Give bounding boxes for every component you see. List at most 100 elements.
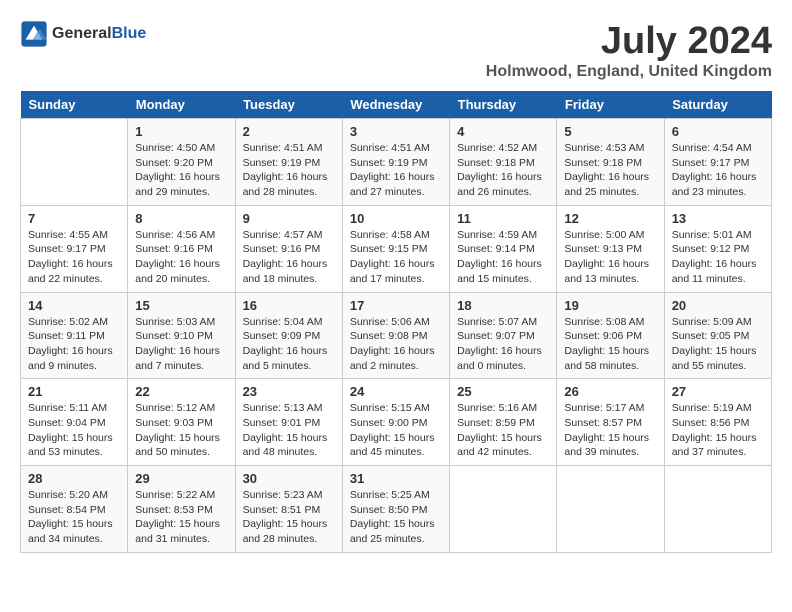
day-info: Sunrise: 5:08 AMSunset: 9:06 PMDaylight:… (564, 315, 656, 374)
day-info: Sunrise: 5:01 AMSunset: 9:12 PMDaylight:… (672, 228, 764, 287)
calendar-cell: 27 Sunrise: 5:19 AMSunset: 8:56 PMDayligh… (664, 379, 771, 466)
calendar-cell: 21Sunrise: 5:11 AMSunset: 9:04 PMDayligh… (21, 379, 128, 466)
day-info: Sunrise: 5:09 AMSunset: 9:05 PMDaylight:… (672, 315, 764, 374)
day-info: Sunrise: 5:16 AMSunset: 8:59 PMDaylight:… (457, 401, 549, 460)
day-number: 15 (135, 298, 227, 313)
calendar-cell: 7 Sunrise: 4:55 AMSunset: 9:17 PMDaylight… (21, 205, 128, 292)
column-header-friday: Friday (557, 91, 664, 119)
day-number: 19 (564, 298, 656, 313)
day-number: 23 (243, 384, 335, 399)
day-number: 4 (457, 124, 549, 139)
calendar-cell: 2Sunrise: 4:51 AMSunset: 9:19 PMDaylight… (235, 119, 342, 206)
logo: GeneralBlue (20, 20, 146, 48)
day-info: Sunrise: 4:51 AMSunset: 9:19 PMDaylight:… (350, 141, 442, 200)
calendar-cell: 22 Sunrise: 5:12 AMSunset: 9:03 PMDayligh… (128, 379, 235, 466)
calendar-cell: 5 Sunrise: 4:53 AMSunset: 9:18 PMDaylight… (557, 119, 664, 206)
calendar-title: July 2024 (486, 20, 772, 63)
calendar-cell: 31Sunrise: 5:25 AMSunset: 8:50 PMDayligh… (342, 466, 449, 553)
day-info: Sunrise: 4:54 AMSunset: 9:17 PMDaylight:… (672, 141, 764, 200)
day-info: Sunrise: 5:07 AMSunset: 9:07 PMDaylight:… (457, 315, 549, 374)
day-number: 24 (350, 384, 442, 399)
calendar-cell: 28 Sunrise: 5:20 AMSunset: 8:54 PMDayligh… (21, 466, 128, 553)
calendar-cell: 17 Sunrise: 5:06 AMSunset: 9:08 PMDayligh… (342, 292, 449, 379)
day-number: 6 (672, 124, 764, 139)
calendar-week-row: 28 Sunrise: 5:20 AMSunset: 8:54 PMDayligh… (21, 466, 772, 553)
calendar-cell: 29Sunrise: 5:22 AMSunset: 8:53 PMDayligh… (128, 466, 235, 553)
day-info: Sunrise: 4:55 AMSunset: 9:17 PMDaylight:… (28, 228, 120, 287)
calendar-week-row: 1Sunrise: 4:50 AMSunset: 9:20 PMDaylight… (21, 119, 772, 206)
day-info: Sunrise: 5:00 AMSunset: 9:13 PMDaylight:… (564, 228, 656, 287)
calendar-cell (450, 466, 557, 553)
day-number: 22 (135, 384, 227, 399)
day-number: 25 (457, 384, 549, 399)
day-info: Sunrise: 5:19 AMSunset: 8:56 PMDaylight:… (672, 401, 764, 460)
day-info: Sunrise: 5:04 AMSunset: 9:09 PMDaylight:… (243, 315, 335, 374)
day-info: Sunrise: 4:59 AMSunset: 9:14 PMDaylight:… (457, 228, 549, 287)
calendar-cell (21, 119, 128, 206)
day-number: 14 (28, 298, 120, 313)
day-info: Sunrise: 4:53 AMSunset: 9:18 PMDaylight:… (564, 141, 656, 200)
day-number: 8 (135, 211, 227, 226)
day-info: Sunrise: 5:23 AMSunset: 8:51 PMDaylight:… (243, 488, 335, 547)
day-number: 10 (350, 211, 442, 226)
calendar-cell: 3Sunrise: 4:51 AMSunset: 9:19 PMDaylight… (342, 119, 449, 206)
calendar-cell: 8 Sunrise: 4:56 AMSunset: 9:16 PMDaylight… (128, 205, 235, 292)
day-number: 5 (564, 124, 656, 139)
logo-icon (20, 20, 48, 48)
day-number: 11 (457, 211, 549, 226)
calendar-cell: 1Sunrise: 4:50 AMSunset: 9:20 PMDaylight… (128, 119, 235, 206)
day-number: 30 (243, 471, 335, 486)
logo-text: GeneralBlue (52, 25, 146, 43)
calendar-cell: 19 Sunrise: 5:08 AMSunset: 9:06 PMDayligh… (557, 292, 664, 379)
day-info: Sunrise: 4:52 AMSunset: 9:18 PMDaylight:… (457, 141, 549, 200)
day-info: Sunrise: 5:11 AMSunset: 9:04 PMDaylight:… (28, 401, 120, 460)
day-info: Sunrise: 5:17 AMSunset: 8:57 PMDaylight:… (564, 401, 656, 460)
day-number: 28 (28, 471, 120, 486)
day-number: 29 (135, 471, 227, 486)
day-info: Sunrise: 5:15 AMSunset: 9:00 PMDaylight:… (350, 401, 442, 460)
calendar-week-row: 21Sunrise: 5:11 AMSunset: 9:04 PMDayligh… (21, 379, 772, 466)
calendar-cell: 10 Sunrise: 4:58 AMSunset: 9:15 PMDayligh… (342, 205, 449, 292)
day-number: 16 (243, 298, 335, 313)
calendar-cell: 24 Sunrise: 5:15 AMSunset: 9:00 PMDayligh… (342, 379, 449, 466)
calendar-cell: 9 Sunrise: 4:57 AMSunset: 9:16 PMDaylight… (235, 205, 342, 292)
calendar-cell: 4 Sunrise: 4:52 AMSunset: 9:18 PMDaylight… (450, 119, 557, 206)
day-info: Sunrise: 4:56 AMSunset: 9:16 PMDaylight:… (135, 228, 227, 287)
column-header-saturday: Saturday (664, 91, 771, 119)
day-info: Sunrise: 4:51 AMSunset: 9:19 PMDaylight:… (243, 141, 335, 200)
day-info: Sunrise: 5:13 AMSunset: 9:01 PMDaylight:… (243, 401, 335, 460)
calendar-cell: 13Sunrise: 5:01 AMSunset: 9:12 PMDayligh… (664, 205, 771, 292)
column-header-wednesday: Wednesday (342, 91, 449, 119)
day-info: Sunrise: 4:57 AMSunset: 9:16 PMDaylight:… (243, 228, 335, 287)
calendar-cell: 11 Sunrise: 4:59 AMSunset: 9:14 PMDayligh… (450, 205, 557, 292)
calendar-cell: 12Sunrise: 5:00 AMSunset: 9:13 PMDayligh… (557, 205, 664, 292)
calendar-week-row: 14 Sunrise: 5:02 AMSunset: 9:11 PMDayligh… (21, 292, 772, 379)
calendar-table: SundayMondayTuesdayWednesdayThursdayFrid… (20, 91, 772, 553)
day-number: 9 (243, 211, 335, 226)
day-number: 17 (350, 298, 442, 313)
calendar-cell: 16 Sunrise: 5:04 AMSunset: 9:09 PMDayligh… (235, 292, 342, 379)
calendar-cell (557, 466, 664, 553)
column-header-thursday: Thursday (450, 91, 557, 119)
day-number: 7 (28, 211, 120, 226)
calendar-cell: 14 Sunrise: 5:02 AMSunset: 9:11 PMDayligh… (21, 292, 128, 379)
day-number: 26 (564, 384, 656, 399)
day-number: 27 (672, 384, 764, 399)
calendar-cell: 23 Sunrise: 5:13 AMSunset: 9:01 PMDayligh… (235, 379, 342, 466)
column-header-sunday: Sunday (21, 91, 128, 119)
calendar-cell: 30 Sunrise: 5:23 AMSunset: 8:51 PMDayligh… (235, 466, 342, 553)
column-header-tuesday: Tuesday (235, 91, 342, 119)
day-number: 1 (135, 124, 227, 139)
calendar-cell: 18Sunrise: 5:07 AMSunset: 9:07 PMDayligh… (450, 292, 557, 379)
day-info: Sunrise: 5:20 AMSunset: 8:54 PMDaylight:… (28, 488, 120, 547)
day-info: Sunrise: 5:02 AMSunset: 9:11 PMDaylight:… (28, 315, 120, 374)
calendar-cell: 25 Sunrise: 5:16 AMSunset: 8:59 PMDayligh… (450, 379, 557, 466)
calendar-cell: 6 Sunrise: 4:54 AMSunset: 9:17 PMDaylight… (664, 119, 771, 206)
calendar-cell: 26 Sunrise: 5:17 AMSunset: 8:57 PMDayligh… (557, 379, 664, 466)
calendar-cell: 20Sunrise: 5:09 AMSunset: 9:05 PMDayligh… (664, 292, 771, 379)
day-info: Sunrise: 4:58 AMSunset: 9:15 PMDaylight:… (350, 228, 442, 287)
calendar-week-row: 7 Sunrise: 4:55 AMSunset: 9:17 PMDaylight… (21, 205, 772, 292)
day-info: Sunrise: 5:06 AMSunset: 9:08 PMDaylight:… (350, 315, 442, 374)
day-number: 31 (350, 471, 442, 486)
day-info: Sunrise: 5:12 AMSunset: 9:03 PMDaylight:… (135, 401, 227, 460)
